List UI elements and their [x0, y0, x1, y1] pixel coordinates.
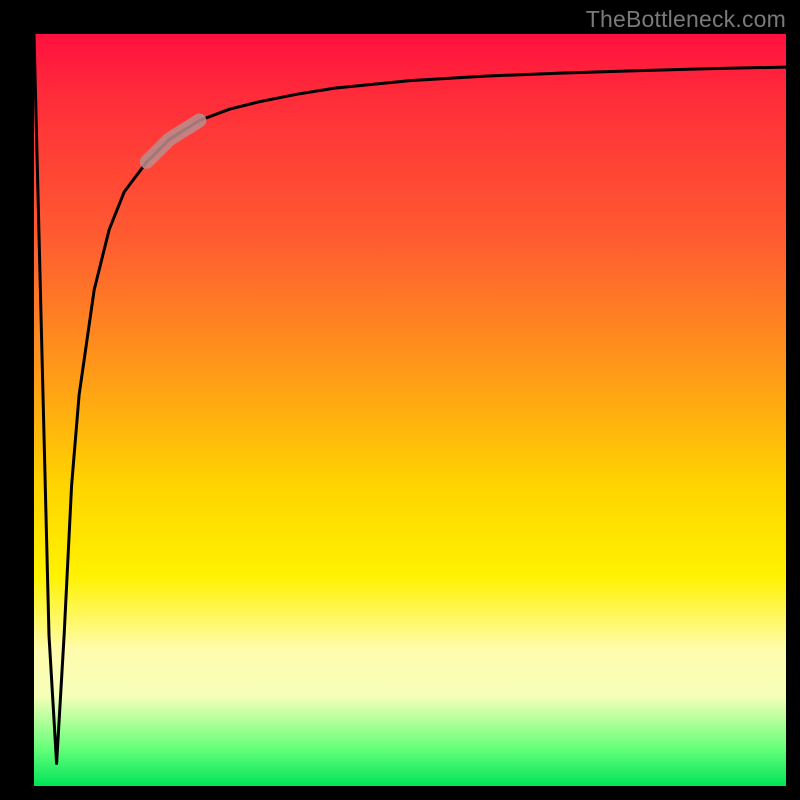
bottleneck-curve [34, 34, 786, 763]
chart-frame: TheBottleneck.com [0, 0, 800, 800]
curve-svg [34, 34, 786, 786]
highlight-segment [147, 121, 200, 162]
watermark-text: TheBottleneck.com [586, 6, 786, 33]
plot-area [34, 34, 786, 786]
